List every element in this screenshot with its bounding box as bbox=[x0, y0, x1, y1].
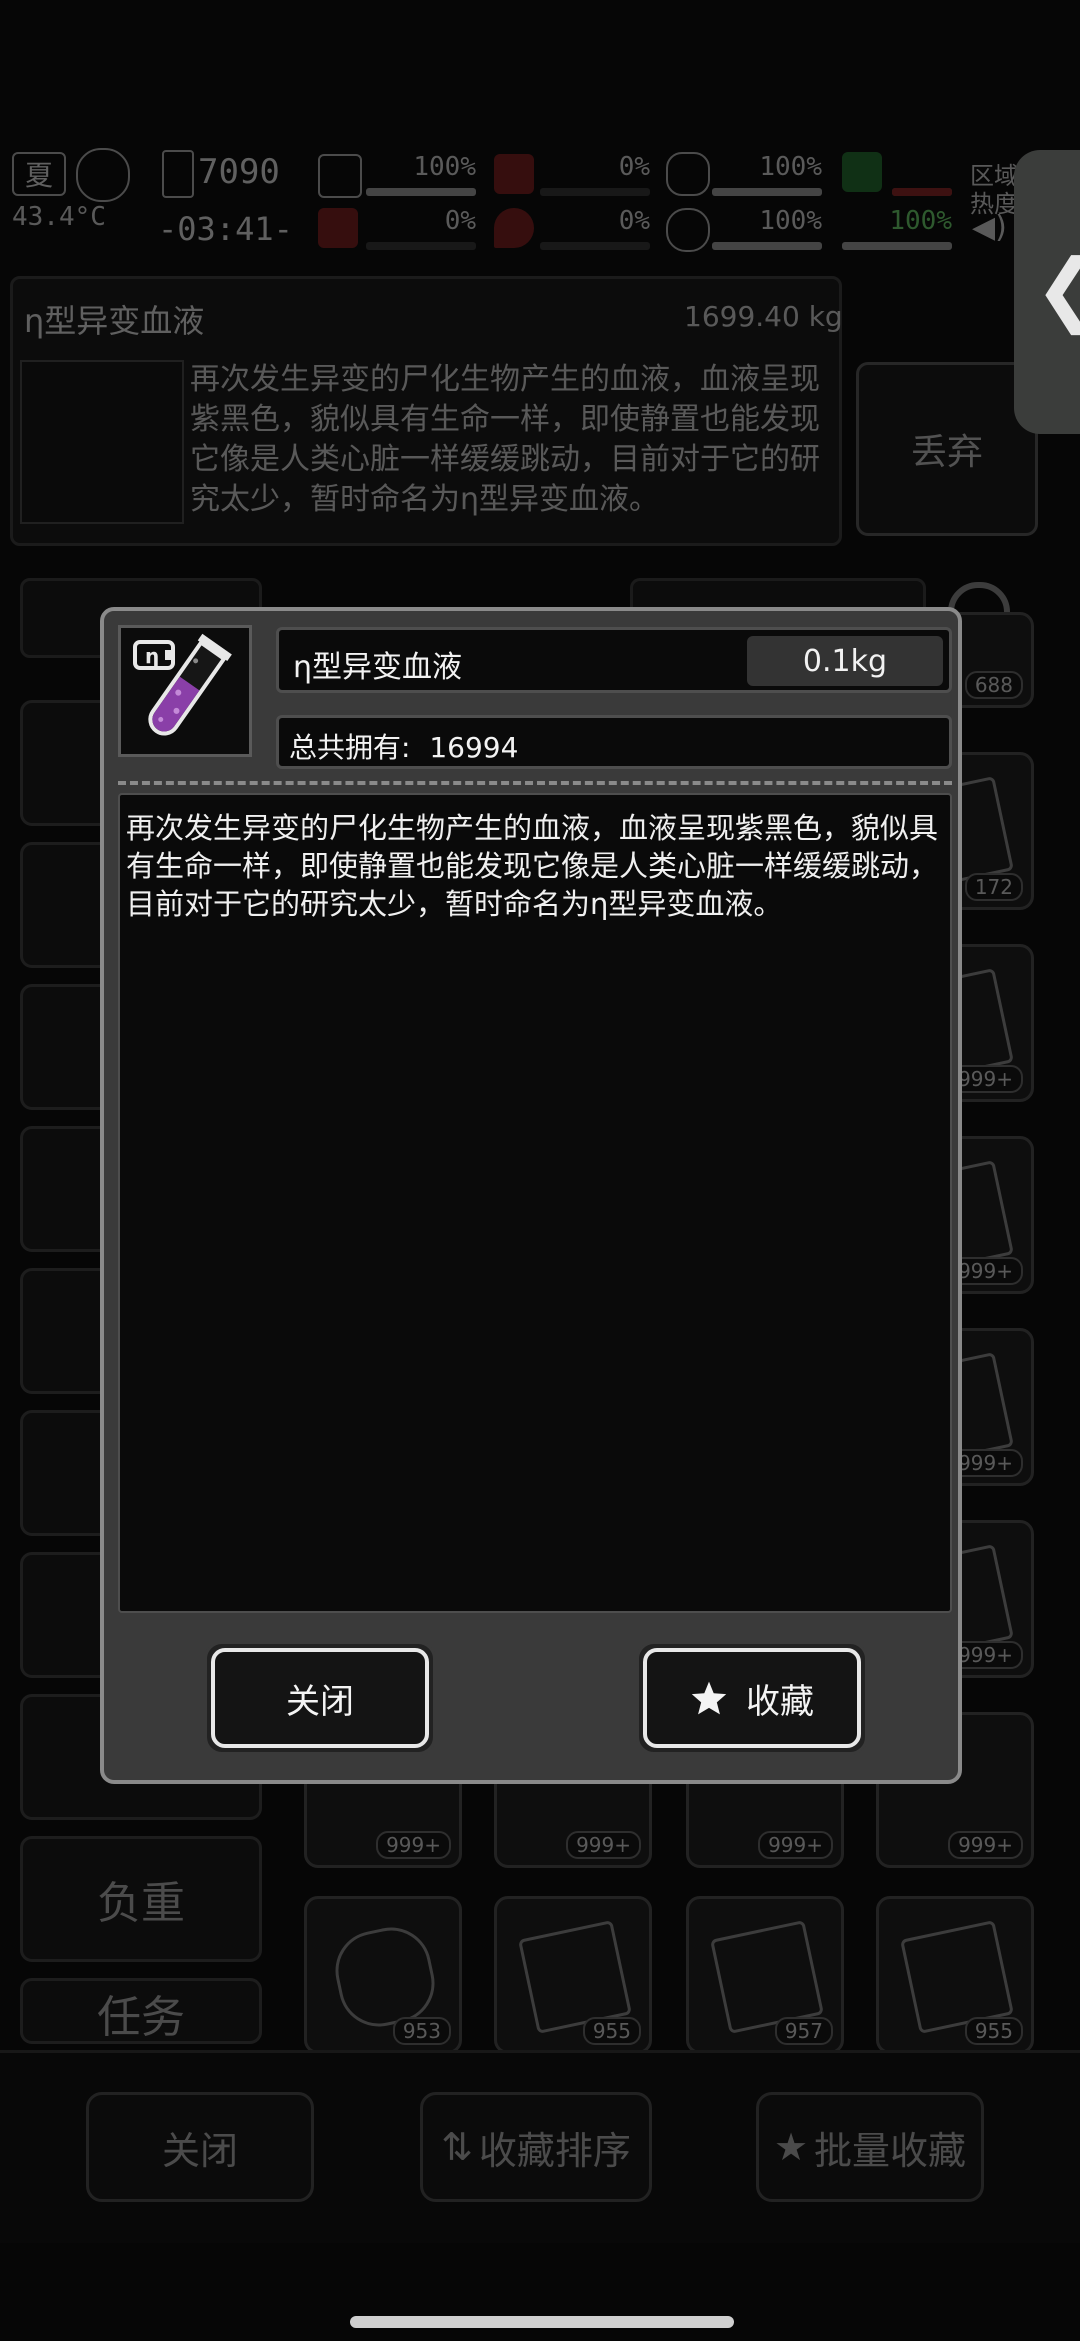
stat-stamina bbox=[892, 152, 952, 196]
virus-icon bbox=[318, 208, 358, 248]
stat-food: 0% bbox=[540, 152, 650, 196]
runner-icon bbox=[842, 152, 882, 192]
owned-field: 总共拥有: 16994 bbox=[276, 715, 952, 769]
item-icon: η bbox=[118, 625, 252, 757]
favorite-button[interactable]: 收藏 bbox=[636, 1641, 868, 1755]
discard-button[interactable]: 丢弃 bbox=[856, 362, 1038, 536]
star-icon: ★ bbox=[773, 2125, 809, 2169]
item-tile[interactable]: 955 bbox=[494, 1896, 652, 2054]
batch-favorite-label: 批量收藏 bbox=[814, 2128, 967, 2173]
status-bar: 夏 43.4°C 7090 -03:41- 100% 0% 100% 区域 热度… bbox=[0, 148, 1080, 256]
header-item-icon bbox=[20, 360, 184, 524]
dialog-item-name: η型异变血液 bbox=[293, 650, 463, 685]
sort-favorites-label: 收藏排序 bbox=[478, 2128, 631, 2173]
stat-health: 100% bbox=[366, 152, 476, 196]
task-label: 任务 bbox=[97, 1992, 185, 2043]
batch-favorite-button[interactable]: ★ 批量收藏 bbox=[756, 2092, 984, 2202]
favorite-button-face[interactable]: 收藏 bbox=[643, 1648, 861, 1748]
side-panel-tab[interactable]: ❮ bbox=[1014, 150, 1080, 434]
home-indicator[interactable] bbox=[350, 2316, 734, 2328]
header-item-name: η型异变血液 bbox=[24, 302, 205, 340]
item-description: 再次发生异变的尸化生物产生的血液，血液呈现紫黑色，貌似具有生命一样，即使静置也能… bbox=[118, 793, 952, 1613]
owned-label: 总共拥有: bbox=[289, 731, 411, 764]
medkit-icon bbox=[318, 154, 362, 198]
blood-drop-icon bbox=[494, 208, 534, 248]
item-name-field: η型异变血液 0.1kg bbox=[276, 627, 952, 693]
sort-icon: ⇅ bbox=[441, 2125, 473, 2169]
owned-count: 16994 bbox=[429, 731, 519, 764]
divider bbox=[118, 781, 952, 785]
heart-icon bbox=[666, 208, 710, 252]
bottom-close-button[interactable]: 关闭 bbox=[86, 2092, 314, 2202]
header-item-weight: 1699.40 kg bbox=[684, 300, 843, 333]
close-button[interactable]: 关闭 bbox=[204, 1641, 436, 1755]
item-tile[interactable]: 957 bbox=[686, 1896, 844, 2054]
temperature: 43.4°C bbox=[12, 202, 106, 232]
stat-blood: 0% bbox=[540, 206, 650, 250]
load-label: 负重 bbox=[97, 1878, 185, 1929]
day-counter: 7090 bbox=[198, 152, 280, 192]
clock: -03:41- bbox=[158, 210, 293, 248]
sort-favorites-button[interactable]: ⇅ 收藏排序 bbox=[420, 2092, 652, 2202]
star-icon bbox=[691, 1681, 727, 1715]
stat-mood: 100% bbox=[712, 206, 822, 250]
test-tube-icon: η bbox=[133, 633, 232, 736]
stat-pill: 100% bbox=[712, 152, 822, 196]
favorite-label: 收藏 bbox=[746, 1681, 814, 1722]
stomach-icon bbox=[494, 154, 534, 194]
stat-energy: 100% bbox=[842, 206, 952, 250]
chevron-left-icon: ❮ bbox=[1034, 242, 1080, 335]
calendar-icon bbox=[162, 150, 194, 198]
stat-virus: 0% bbox=[366, 206, 476, 250]
svg-text:η: η bbox=[145, 644, 159, 668]
season-badge: 夏 bbox=[12, 152, 66, 196]
pill-icon bbox=[666, 152, 710, 196]
moon-icon bbox=[76, 148, 130, 202]
item-tile[interactable]: 953 bbox=[304, 1896, 462, 2054]
item-detail-dialog: η η型异变血液 0.1kg 总共拥有: 16994 再次发生异变的尸化生物产生… bbox=[100, 607, 962, 1784]
task-button[interactable]: 任务 bbox=[20, 1978, 262, 2044]
unit-weight: 0.1kg bbox=[747, 636, 943, 686]
item-tile[interactable]: 955 bbox=[876, 1896, 1034, 2054]
close-button-face[interactable]: 关闭 bbox=[211, 1648, 429, 1748]
bottom-close-label: 关闭 bbox=[161, 2128, 238, 2173]
load-button[interactable]: 负重 bbox=[20, 1836, 262, 1962]
header-item-description: 再次发生异变的尸化生物产生的血液，血液呈现紫黑色，貌似具有生命一样，即使静置也能… bbox=[190, 362, 820, 517]
description-text: 再次发生异变的尸化生物产生的血液，血液呈现紫黑色，貌似具有生命一样，即使静置也能… bbox=[126, 811, 939, 921]
close-label: 关闭 bbox=[286, 1681, 354, 1722]
speaker-icon: ◀) bbox=[972, 210, 1007, 245]
